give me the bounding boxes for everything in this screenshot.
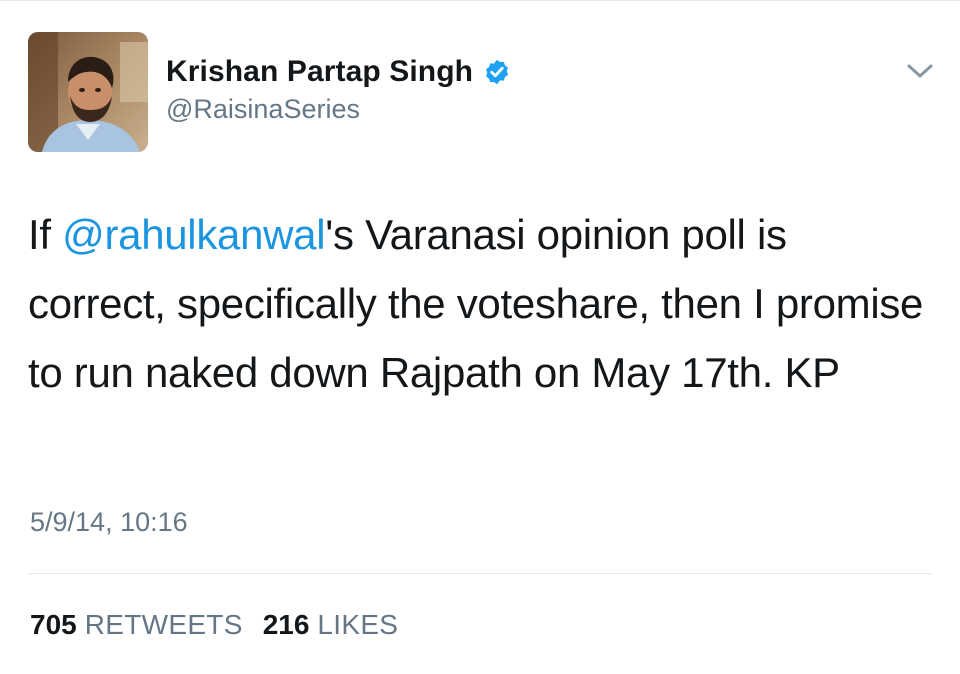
retweets-count: 705 <box>30 609 77 640</box>
likes-stat[interactable]: 216 LIKES <box>263 609 399 641</box>
divider <box>28 573 932 574</box>
author-identity: Krishan Partap Singh @RaisinaSeries <box>166 32 511 125</box>
name-row: Krishan Partap Singh <box>166 54 511 90</box>
author-handle[interactable]: @RaisinaSeries <box>166 94 511 125</box>
chevron-down-icon <box>907 64 933 78</box>
likes-label: LIKES <box>317 609 399 640</box>
avatar[interactable] <box>28 32 148 152</box>
tweet-stats: 705 RETWEETS 216 LIKES <box>30 609 398 641</box>
tweet-timestamp[interactable]: 5/9/14, 10:16 <box>30 507 188 538</box>
tweet-header: Krishan Partap Singh @RaisinaSeries <box>28 32 511 152</box>
tweet-card: Krishan Partap Singh @RaisinaSeries If @… <box>0 0 960 674</box>
avatar-photo <box>28 32 148 152</box>
tweet-menu-button[interactable] <box>906 61 934 83</box>
verified-badge-icon <box>483 58 511 86</box>
tweet-text-prefix: If <box>28 211 63 258</box>
author-name[interactable]: Krishan Partap Singh <box>166 55 473 89</box>
mention-link[interactable]: @rahulkanwal <box>62 211 325 258</box>
retweets-stat[interactable]: 705 RETWEETS <box>30 609 243 641</box>
retweets-label: RETWEETS <box>84 609 243 640</box>
likes-count: 216 <box>262 609 310 640</box>
tweet-text: If @rahulkanwal's Varanasi opinion poll … <box>28 200 928 407</box>
